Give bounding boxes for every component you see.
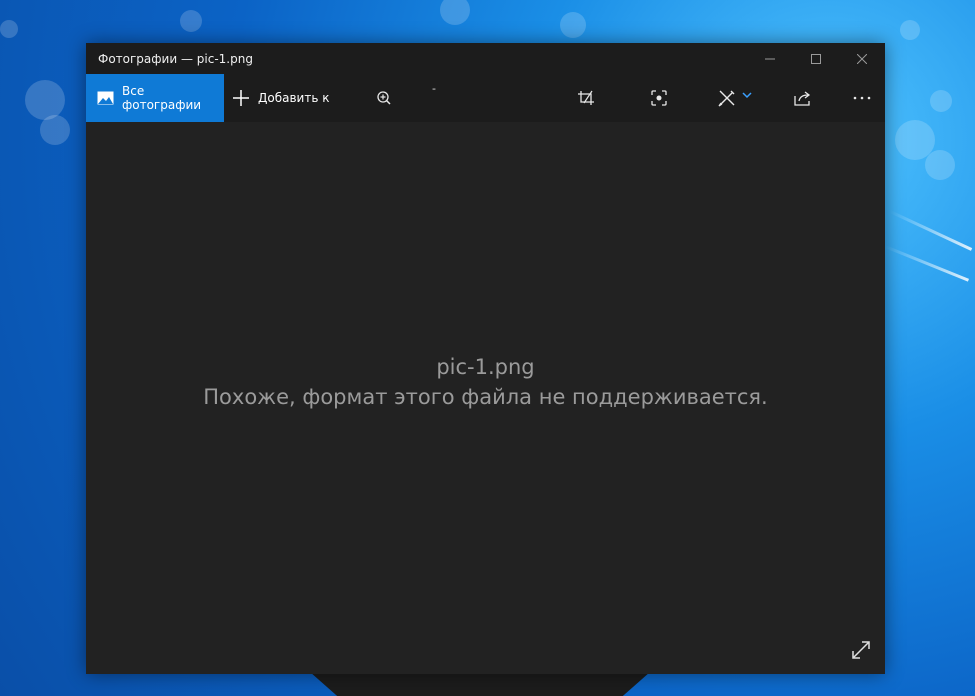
zoom-out-button[interactable]: - — [428, 82, 440, 95]
chevron-down-icon — [742, 92, 752, 99]
bokeh-decoration — [40, 115, 70, 145]
bokeh-decoration — [440, 0, 470, 25]
image-icon — [97, 91, 114, 105]
fullscreen-icon — [852, 641, 870, 659]
edit-draw-icon — [718, 90, 735, 107]
enhance-button[interactable] — [639, 74, 679, 122]
maximize-button[interactable] — [793, 43, 839, 74]
bokeh-decoration — [560, 12, 586, 38]
bokeh-decoration — [900, 20, 920, 40]
all-photos-label: Все фотографии — [122, 84, 202, 112]
plus-icon — [232, 89, 250, 107]
bokeh-decoration — [180, 10, 202, 32]
bokeh-decoration — [930, 90, 952, 112]
share-button[interactable] — [783, 74, 823, 122]
more-icon — [853, 96, 871, 100]
bokeh-decoration — [25, 80, 65, 120]
desktop-shadow-shape — [310, 672, 650, 696]
minimize-button[interactable] — [747, 43, 793, 74]
error-message-block: pic-1.png Похоже, формат этого файла не … — [86, 352, 885, 412]
toolbar: Все фотографии Добавить к - — [86, 74, 885, 122]
focus-icon — [651, 90, 667, 106]
photos-app-window: Фотографии — pic-1.png Все фотографии До… — [86, 43, 885, 674]
image-viewer: pic-1.png Похоже, формат этого файла не … — [86, 122, 885, 674]
light-streak — [889, 210, 973, 251]
zoom-in-button[interactable] — [364, 74, 404, 122]
unsupported-format-message: Похоже, формат этого файла не поддержива… — [203, 385, 768, 409]
zoom-in-icon — [377, 91, 391, 105]
window-controls — [747, 43, 885, 74]
crop-button[interactable] — [566, 74, 606, 122]
minimize-icon — [765, 58, 775, 59]
close-button[interactable] — [839, 43, 885, 74]
add-to-button[interactable]: Добавить к — [232, 74, 329, 122]
fullscreen-button[interactable] — [849, 638, 873, 662]
file-name: pic-1.png — [436, 355, 535, 379]
bokeh-decoration — [925, 150, 955, 180]
maximize-icon — [811, 53, 821, 64]
add-to-label: Добавить к — [258, 91, 330, 105]
window-title: Фотографии — pic-1.png — [98, 51, 253, 66]
edit-create-button[interactable] — [710, 74, 760, 122]
light-streak — [884, 245, 970, 282]
close-icon — [857, 53, 867, 64]
all-photos-button[interactable]: Все фотографии — [86, 74, 224, 122]
share-icon — [794, 91, 811, 106]
crop-icon — [578, 90, 594, 105]
bokeh-decoration — [0, 20, 18, 38]
titlebar[interactable]: Фотографии — pic-1.png — [86, 43, 885, 74]
more-button[interactable] — [842, 74, 882, 122]
